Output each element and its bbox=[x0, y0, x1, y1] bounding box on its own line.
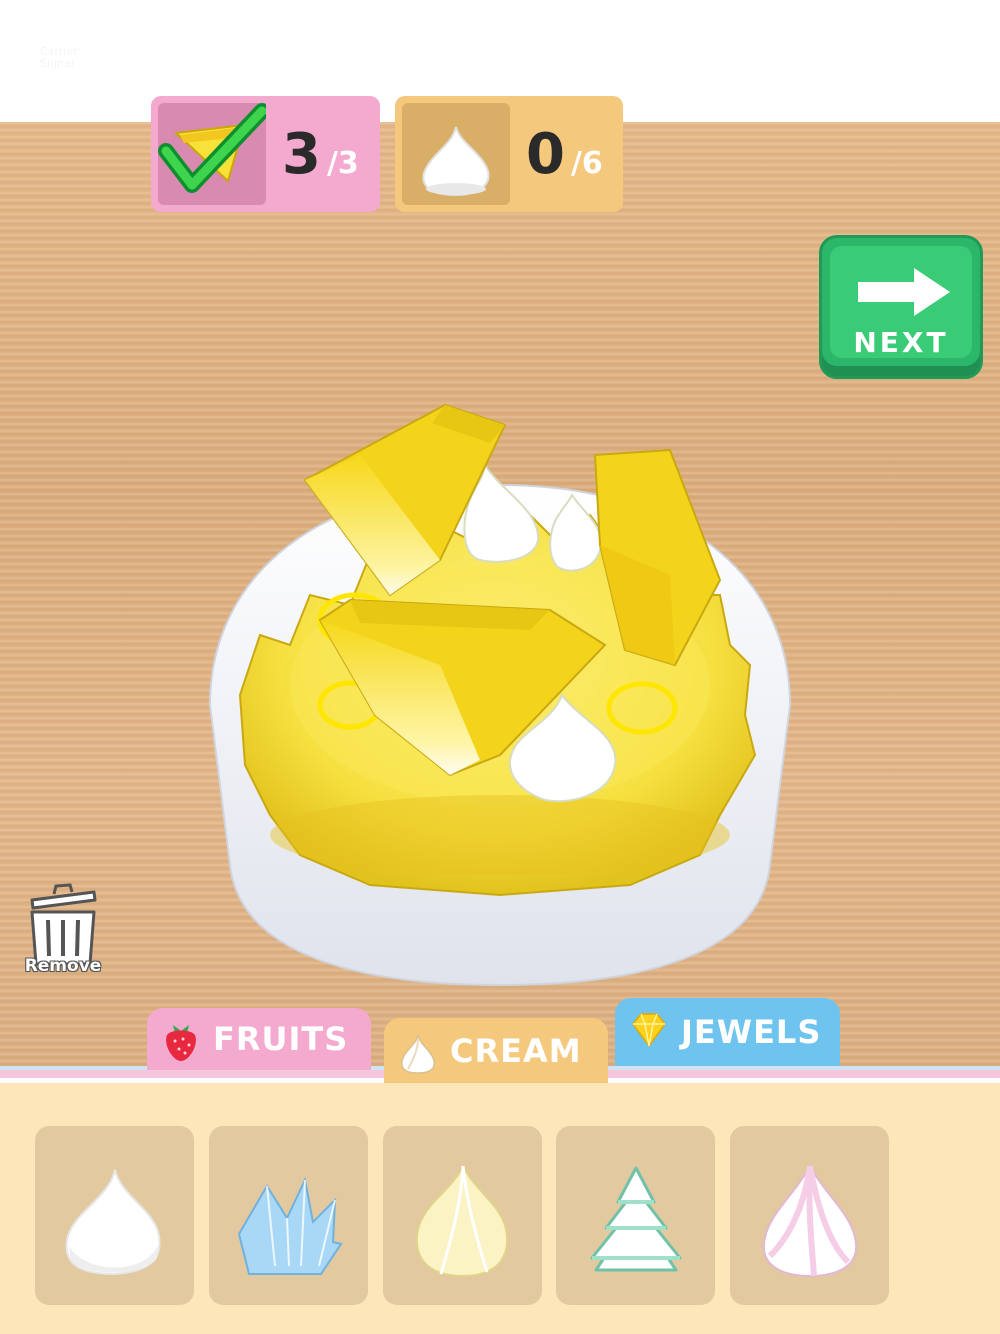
white-cream-dollop-icon bbox=[65, 1169, 161, 1276]
remove-button[interactable]: Remove bbox=[18, 880, 108, 990]
status-bar: Carrier Signal bbox=[40, 46, 78, 70]
tab-jewels-label: JEWELS bbox=[681, 1013, 822, 1051]
strawberry-icon bbox=[161, 1019, 201, 1061]
pineapple-check-icon bbox=[158, 103, 270, 205]
fruit-count-total: /3 bbox=[326, 145, 359, 181]
remove-label: Remove bbox=[24, 956, 102, 976]
tab-fruits-label: FRUITS bbox=[213, 1020, 349, 1058]
fruit-count-current: 3 bbox=[282, 121, 321, 187]
cream-item-blue[interactable] bbox=[209, 1126, 368, 1305]
yellow-cream-dollop-icon bbox=[415, 1163, 509, 1278]
next-button[interactable]: NEXT bbox=[819, 235, 983, 379]
next-button-label: NEXT bbox=[853, 326, 949, 359]
cream-count-total: /6 bbox=[570, 145, 603, 181]
cream-item-mint[interactable] bbox=[556, 1126, 715, 1305]
tab-fruits[interactable]: FRUITS bbox=[147, 1008, 371, 1070]
pink-swirl-cream-icon bbox=[762, 1163, 858, 1278]
cream-item-white[interactable] bbox=[35, 1126, 194, 1305]
cream-item-pink[interactable] bbox=[730, 1126, 889, 1305]
cake-scene[interactable] bbox=[200, 395, 800, 1015]
trash-can-icon bbox=[30, 883, 97, 966]
cream-count: 0/6 bbox=[526, 122, 603, 187]
fruit-progress-counter: 3/3 bbox=[151, 96, 380, 212]
cream-icon bbox=[398, 1031, 438, 1074]
mint-tiered-cream-icon bbox=[590, 1166, 682, 1272]
arrow-right-icon bbox=[858, 268, 950, 316]
cream-item-yellow[interactable] bbox=[383, 1126, 542, 1305]
status-line-2: Signal bbox=[40, 57, 74, 70]
blue-petal-cream-icon bbox=[237, 1176, 343, 1275]
cream-count-current: 0 bbox=[526, 121, 565, 187]
tab-jewels[interactable]: JEWELS bbox=[615, 998, 840, 1066]
fruit-count: 3/3 bbox=[282, 122, 359, 187]
cream-dollop-icon bbox=[402, 103, 510, 205]
tab-cream-label: CREAM bbox=[450, 1032, 582, 1070]
diamond-icon bbox=[629, 1012, 669, 1052]
tab-cream[interactable]: CREAM bbox=[384, 1018, 608, 1084]
cream-progress-counter: 0/6 bbox=[395, 96, 623, 212]
